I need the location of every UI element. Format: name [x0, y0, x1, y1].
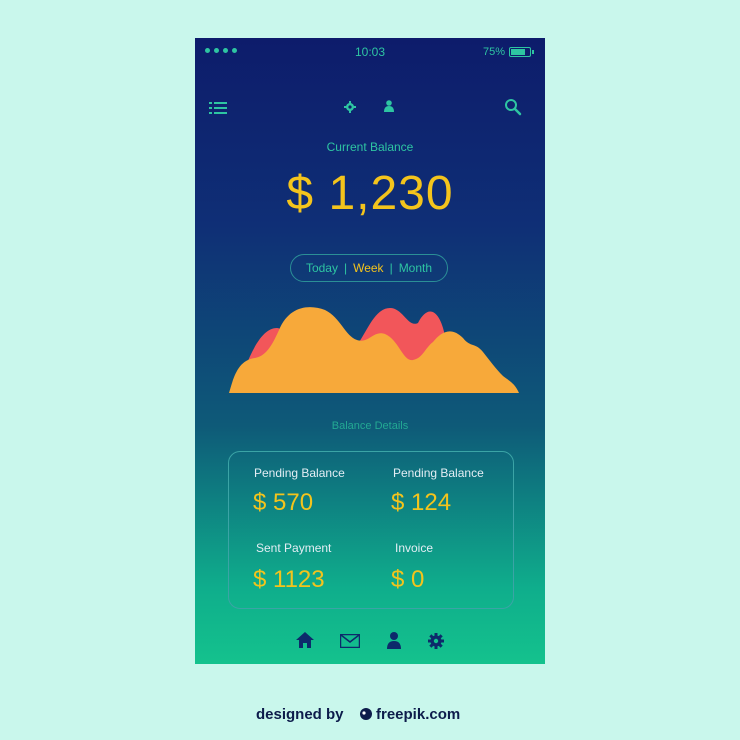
bottom-nav — [195, 628, 545, 654]
period-week[interactable]: Week — [353, 261, 383, 275]
detail-label: Pending Balance — [254, 466, 345, 480]
search-icon[interactable] — [504, 98, 522, 116]
battery-percent: 75% — [482, 46, 505, 58]
status-bar: 10:03 75% — [195, 38, 545, 66]
details-card: Pending Balance $ 570 Pending Balance $ … — [228, 451, 514, 609]
detail-value: $ 0 — [391, 566, 425, 593]
battery-icon — [509, 47, 534, 57]
user-icon[interactable] — [384, 100, 394, 112]
separator: | — [389, 261, 393, 275]
home-icon[interactable] — [296, 632, 314, 648]
period-month[interactable]: Month — [399, 261, 432, 275]
balance-amount: $ 1,230 — [286, 167, 454, 220]
period-today[interactable]: Today — [306, 261, 338, 275]
user-icon[interactable] — [387, 632, 401, 649]
detail-value: $ 124 — [391, 489, 452, 516]
separator: | — [343, 261, 348, 275]
detail-label: Invoice — [395, 541, 434, 555]
freepik-watermark: designed by freepik.com — [256, 706, 460, 723]
phone-screen: 10:03 75% Current Balance $ 1,230 Today … — [195, 38, 545, 664]
detail-label: Sent Payment — [256, 541, 332, 555]
svg-text:designed by: designed by — [256, 706, 344, 723]
svg-text:freepik.com: freepik.com — [376, 706, 460, 723]
balance-label: Current Balance — [326, 140, 414, 154]
balance-wave-chart — [229, 307, 519, 393]
menu-icon[interactable] — [209, 101, 227, 115]
detail-value: $ 570 — [253, 489, 314, 516]
gear-icon[interactable] — [428, 633, 444, 649]
details-title: Balance Details — [331, 420, 409, 432]
detail-value: $ 1123 — [253, 566, 325, 593]
period-toggle: Today | Week | Month — [290, 254, 448, 282]
mail-icon[interactable] — [340, 634, 360, 648]
gear-icon[interactable] — [344, 101, 356, 113]
detail-label: Pending Balance — [393, 466, 484, 480]
